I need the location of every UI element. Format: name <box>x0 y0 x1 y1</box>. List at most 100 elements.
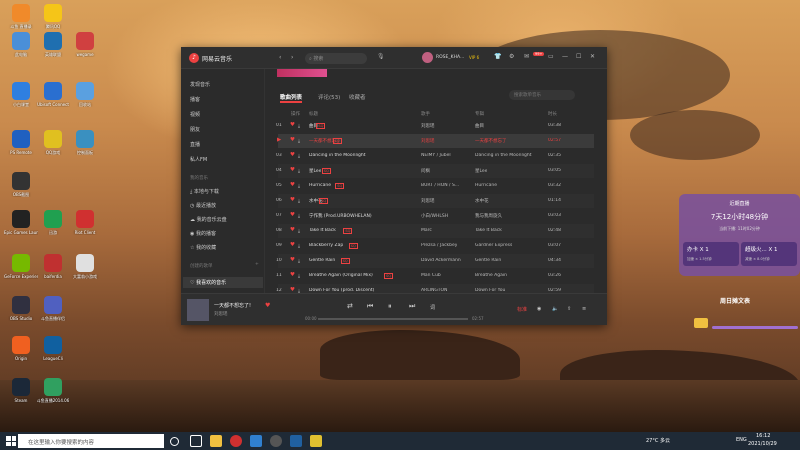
song-title[interactable]: Hurricane <box>309 183 331 188</box>
search-input[interactable]: ⌕ 搜索 <box>305 53 367 64</box>
input-language[interactable]: ENG <box>736 437 747 443</box>
table-row[interactable]: 06 ♥ ⤓ 水中花 SQ 刘思瑶 水中花 01:14 <box>276 194 594 208</box>
song-title[interactable]: 宁作我 (Prod.URBOWHELAN) <box>309 213 372 219</box>
desktop-icon[interactable]: 回收站 <box>68 82 102 107</box>
table-row[interactable]: 10 ♥ ⤓ Gentle Rain SQ David Ackermann Gentle R… <box>276 254 594 268</box>
desktop-icon[interactable]: LeagueCli <box>36 336 70 361</box>
download-icon[interactable]: ⤓ <box>298 183 300 189</box>
desktop-icon[interactable]: Epic Games Launcher <box>4 210 38 235</box>
table-row[interactable]: 11 ♥ ⤓ Breathe Again (Original Mix) SQ Man Cu… <box>276 269 594 283</box>
desktop-icon[interactable]: Origin <box>4 336 38 361</box>
app3-taskbar-icon[interactable] <box>310 435 322 447</box>
previous-icon[interactable]: ⏮ <box>367 302 373 311</box>
song-title[interactable]: Dancing in the Moonlight <box>309 153 366 158</box>
song-album[interactable]: Gardner Express <box>475 243 512 248</box>
sidebar-item-collection[interactable]: ☆ 我的收藏 <box>190 244 216 251</box>
sidebar-item-local[interactable]: ⤓ 本地与下载 <box>190 188 219 195</box>
song-album[interactable]: Take It Back <box>475 228 502 233</box>
sidebar-item-recent[interactable]: ◷ 最近播放 <box>190 202 216 209</box>
song-album[interactable]: Breathe Again <box>475 273 507 278</box>
mail-icon[interactable]: ✉ <box>524 53 529 60</box>
download-icon[interactable]: ⤓ <box>298 138 300 144</box>
song-album[interactable]: 水中花 <box>475 198 489 204</box>
now-playing-title[interactable]: 一天都不想忘了! <box>214 302 251 309</box>
desktop-icon[interactable]: 控制面板 <box>68 130 102 155</box>
desktop-icon[interactable]: PS Remote <box>4 130 38 155</box>
heart-icon[interactable]: ♥ <box>290 167 295 173</box>
start-button[interactable] <box>6 436 16 446</box>
clock-date[interactable]: 2021/10/29 <box>748 441 777 447</box>
obs-taskbar-icon[interactable] <box>270 435 282 447</box>
download-icon[interactable]: ⤓ <box>298 243 300 249</box>
desktop-icon[interactable]: Ubisoft Connect <box>36 82 70 107</box>
lyrics-icon[interactable]: 词 <box>430 304 435 311</box>
tab-songs[interactable]: 歌曲列表 <box>280 93 302 101</box>
desktop-icon[interactable]: 斗鱼直播伴侣 <box>36 296 70 321</box>
song-album[interactable]: Dancing in the Moonlight <box>475 153 532 158</box>
app-taskbar-icon[interactable] <box>250 435 262 447</box>
download-icon[interactable]: ⤓ <box>298 258 300 264</box>
song-title[interactable]: Breathe Again (Original Mix) <box>309 273 373 278</box>
mic-icon[interactable]: 🎙 <box>377 53 385 60</box>
heart-icon[interactable]: ♥ <box>290 182 295 188</box>
desktop-icon[interactable]: QQ游戏 <box>36 130 70 155</box>
cortana-icon[interactable] <box>170 437 179 446</box>
back-arrow-icon[interactable]: ‹ <box>279 54 281 61</box>
song-album[interactable]: 星Lee <box>475 168 487 174</box>
heart-icon[interactable]: ♥ <box>290 137 295 143</box>
sound-effect-icon[interactable]: ◉ <box>537 306 541 312</box>
tab-subscribers[interactable]: 收藏者 <box>349 93 366 101</box>
desktop-icon[interactable]: 斗鱼 直播录 <box>4 4 38 29</box>
song-album[interactable]: 曲目 <box>475 123 484 129</box>
netease-taskbar-icon[interactable] <box>230 435 242 447</box>
desktop-icon[interactable]: OBS Studio <box>4 296 38 321</box>
song-artist[interactable]: 刘思瑶 <box>421 123 435 129</box>
sidebar-item-discover[interactable]: 发现音乐 <box>190 81 210 88</box>
quality-button[interactable]: 标准 <box>517 306 527 313</box>
song-artist[interactable]: 刘思瑶 <box>421 138 435 144</box>
minimize-icon[interactable]: — <box>562 53 568 60</box>
sidebar-item-friends[interactable]: 朋友 <box>190 126 200 133</box>
like-heart-icon[interactable]: ♥ <box>265 302 270 309</box>
song-album[interactable]: 我与我周旋久 <box>475 213 502 219</box>
desktop-icon[interactable]: 英雄联盟 <box>36 32 70 57</box>
now-playing-artist[interactable]: 刘思瑶 <box>214 311 228 317</box>
tab-comments[interactable]: 评论(53) <box>318 93 340 101</box>
download-icon[interactable]: ⤓ <box>298 168 300 174</box>
desktop-icon[interactable]: 大富翁小游戏 <box>68 254 102 279</box>
col-header-album[interactable]: 专辑 <box>475 111 484 117</box>
playlist-search-input[interactable]: 搜索歌单音乐 <box>509 90 575 100</box>
heart-icon[interactable]: ♥ <box>290 152 295 158</box>
table-row[interactable]: ▶ ♥ ⤓ 一天都不想忘了! SQ 刘思瑶 一天都不想忘了 02:57 <box>277 134 594 148</box>
download-icon[interactable]: ⤓ <box>298 198 300 204</box>
now-playing-cover[interactable] <box>187 299 209 321</box>
shirt-icon[interactable]: 👕 <box>494 53 501 60</box>
song-artist[interactable]: Marc <box>421 228 432 233</box>
mini-mode-icon[interactable]: ▭ <box>548 53 554 60</box>
song-album[interactable]: Hurricane <box>475 183 497 188</box>
explorer-icon[interactable] <box>210 435 222 447</box>
table-row[interactable]: 08 ♥ ⤓ Take It Back SQ Marc Take It Back 02:48 <box>276 224 594 238</box>
desktop-icon[interactable]: Riot Client <box>68 210 102 235</box>
song-artist[interactable]: Prezsa / Jackbey <box>421 243 457 248</box>
table-row[interactable]: 07 ♥ ⤓ 宁作我 (Prod.URBOWHELAN) 小白/WHLSH 我与我周旋久 0… <box>276 209 594 223</box>
pause-icon[interactable]: ⏸ <box>388 302 392 311</box>
table-row[interactable]: 03 ♥ ⤓ Dancing in the Moonlight NEIMY / Jubë… <box>276 149 594 163</box>
download-icon[interactable]: ⤓ <box>298 273 300 279</box>
username[interactable]: ROSE_KHA... <box>436 55 464 60</box>
heart-icon[interactable]: ♥ <box>290 227 295 233</box>
col-header-duration[interactable]: 时长 <box>548 111 557 117</box>
heart-icon[interactable]: ♥ <box>290 242 295 248</box>
heart-icon[interactable]: ♥ <box>290 197 295 203</box>
sidebar-item-video[interactable]: 视频 <box>190 111 200 118</box>
next-icon[interactable]: ⏭ <box>409 302 415 311</box>
task-view-icon[interactable] <box>190 435 202 447</box>
table-row[interactable]: 01 ♥ ⤓ 曲目 SQ 刘思瑶 曲目 03:38 <box>276 119 594 133</box>
close-icon[interactable]: ✕ <box>590 53 595 60</box>
table-row[interactable]: 05 ♥ ⤓ Hurricane SQ BURT / HON / S... Hurrican… <box>276 179 594 193</box>
add-playlist-icon[interactable]: + <box>255 262 259 267</box>
col-header-title[interactable]: 标题 <box>309 111 318 117</box>
song-artist[interactable]: BURT / HON / S... <box>421 183 459 188</box>
heart-icon[interactable]: ♥ <box>290 212 295 218</box>
sidebar-item-podcast[interactable]: 播客 <box>190 96 200 103</box>
